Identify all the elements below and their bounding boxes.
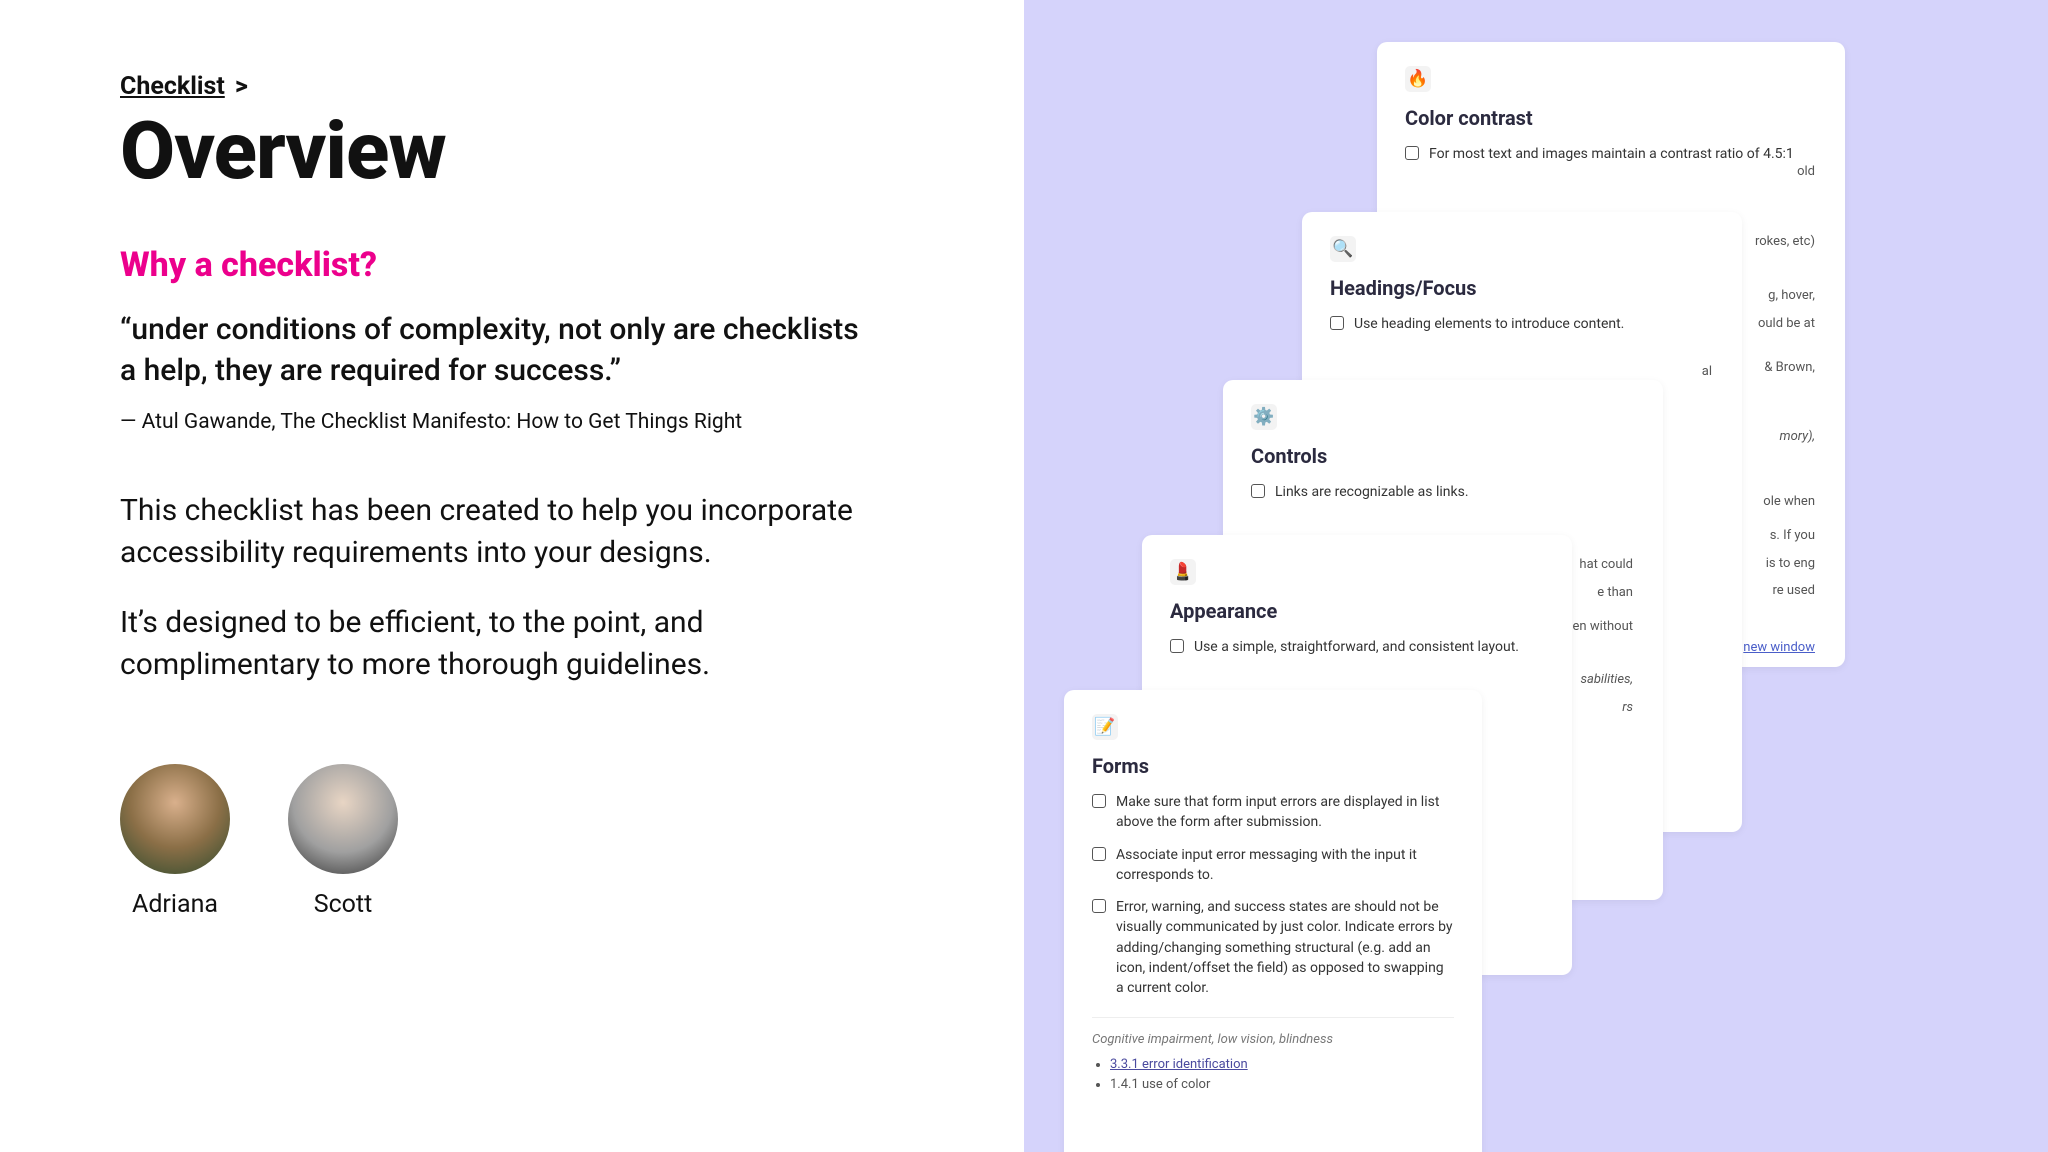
reference-link[interactable]: 3.3.1 error identification: [1110, 1057, 1248, 1072]
card-note: Cognitive impairment, low vision, blindn…: [1092, 1017, 1454, 1047]
magnifier-icon: 🔍: [1330, 236, 1356, 262]
quote-attribution: — Atul Gawande, The Checklist Manifesto:…: [120, 410, 934, 434]
breadcrumb-link[interactable]: Checklist: [120, 72, 225, 101]
checkbox-icon[interactable]: [1330, 316, 1344, 330]
chevron-right-icon: >: [235, 72, 248, 101]
subheading-why: Why a checklist?: [120, 245, 934, 285]
checklist-item: Use heading elements to introduce conten…: [1330, 314, 1714, 334]
left-panel: Checklist > Overview Why a checklist? “u…: [0, 0, 1024, 1152]
checkbox-icon[interactable]: [1170, 639, 1184, 653]
avatar: [120, 764, 230, 874]
controls-icon: ⚙️: [1251, 404, 1277, 430]
reference-link[interactable]: 1.4.1 use of color: [1110, 1077, 1210, 1092]
checkbox-icon[interactable]: [1405, 146, 1419, 160]
brush-icon: 🔥: [1405, 66, 1431, 92]
checklist-item: Use a simple, straightforward, and consi…: [1170, 637, 1544, 657]
checkbox-icon[interactable]: [1251, 484, 1265, 498]
checklist-item: Error, warning, and success states are s…: [1092, 897, 1454, 998]
checklist-text: Use heading elements to introduce conten…: [1354, 314, 1624, 334]
memo-icon: 📝: [1092, 714, 1118, 740]
checklist-text: Links are recognizable as links.: [1275, 482, 1469, 502]
lipstick-icon: 💄: [1170, 559, 1196, 585]
right-panel: 🔥 Color contrast For most text and image…: [1024, 0, 2048, 1152]
checklist-item: Make sure that form input errors are dis…: [1092, 792, 1454, 833]
text-fragment: al: [1652, 362, 1712, 382]
authors-row: Adriana Scott: [120, 764, 934, 919]
checkbox-icon[interactable]: [1092, 847, 1106, 861]
author-block: Scott: [288, 764, 398, 919]
page-title: Overview: [120, 109, 934, 193]
text-fragment: old: [1695, 162, 1815, 182]
checklist-text: Associate input error messaging with the…: [1116, 845, 1454, 886]
author-block: Adriana: [120, 764, 230, 919]
checklist-text: Make sure that form input errors are dis…: [1116, 792, 1454, 833]
card-title: Forms: [1092, 754, 1454, 778]
author-name: Scott: [314, 890, 373, 919]
body-paragraph-1: This checklist has been created to help …: [120, 490, 890, 574]
card-title: Appearance: [1170, 599, 1544, 623]
quote-text: “under conditions of complexity, not onl…: [120, 309, 880, 392]
checklist-text: Use a simple, straightforward, and consi…: [1194, 637, 1519, 657]
card-link-list: 3.3.1 error identification 1.4.1 use of …: [1092, 1057, 1454, 1092]
author-name: Adriana: [132, 890, 218, 919]
checklist-text: Error, warning, and success states are s…: [1116, 897, 1454, 998]
card-title: Headings/Focus: [1330, 276, 1714, 300]
body-paragraph-2: It’s designed to be efficient, to the po…: [120, 602, 890, 686]
checklist-item: Links are recognizable as links.: [1251, 482, 1635, 502]
checkbox-icon[interactable]: [1092, 794, 1106, 808]
card-forms: 📝 Forms Make sure that form input errors…: [1064, 690, 1482, 1152]
card-title: Controls: [1251, 444, 1635, 468]
checklist-item: Associate input error messaging with the…: [1092, 845, 1454, 886]
breadcrumb: Checklist >: [120, 72, 934, 101]
checkbox-icon[interactable]: [1092, 899, 1106, 913]
card-title: Color contrast: [1405, 106, 1817, 130]
avatar: [288, 764, 398, 874]
